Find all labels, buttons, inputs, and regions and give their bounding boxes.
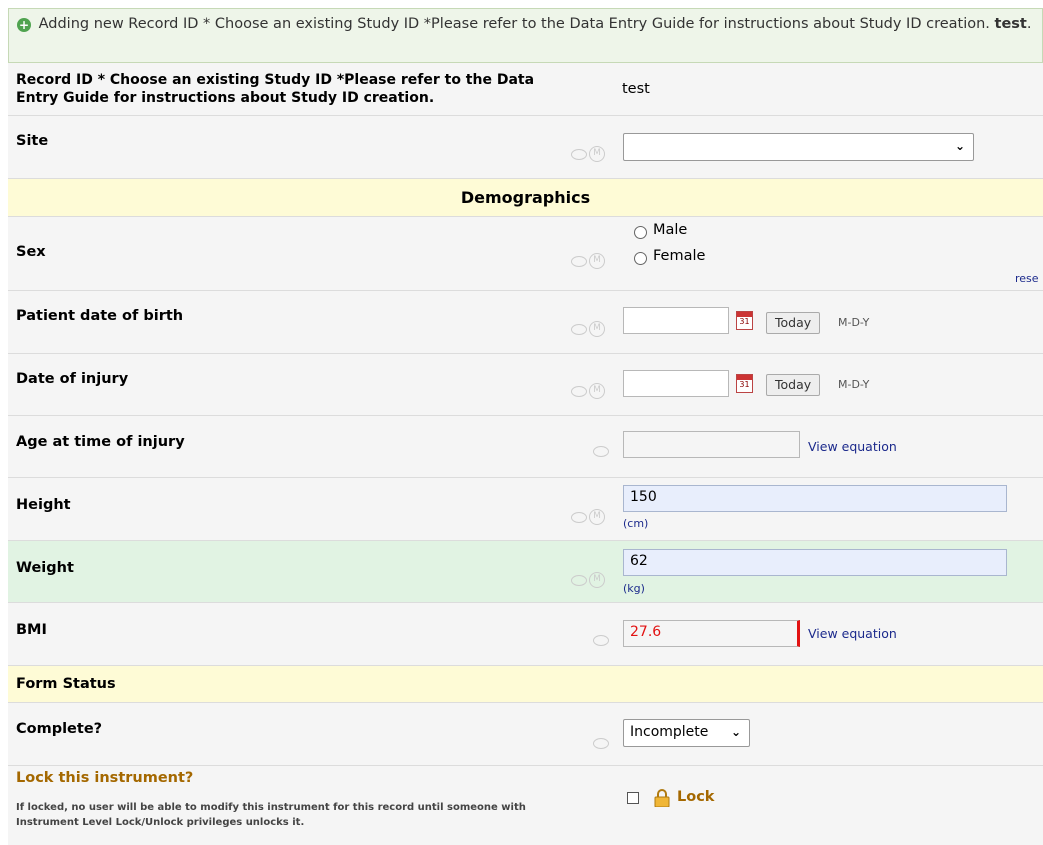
reset-link[interactable]: rese <box>1015 272 1039 285</box>
field-icons <box>593 446 609 457</box>
section-title: Form Status <box>16 676 116 692</box>
field-icons: M <box>571 321 605 337</box>
lock-row: Lock this instrument? If locked, no user… <box>8 766 1043 845</box>
radio-female-label: Female <box>653 248 706 264</box>
height-units: (cm) <box>623 517 649 530</box>
dob-input[interactable] <box>623 307 729 334</box>
dob-row: Patient date of birth M 31 Today M-D-Y <box>8 291 1043 354</box>
sex-label: Sex <box>16 244 46 260</box>
missing-data-icon[interactable]: M <box>589 146 605 162</box>
weight-row: Weight M 62 (kg) <box>8 541 1043 603</box>
weight-label: Weight <box>16 560 74 576</box>
bmi-label: BMI <box>16 622 47 638</box>
field-icons: M <box>571 146 605 162</box>
lock-label: Lock this instrument? <box>16 770 194 786</box>
lock-note: If locked, no user will be able to modif… <box>16 802 526 828</box>
record-id-value: test <box>622 81 650 97</box>
lock-checkbox-label: Lock <box>677 789 715 805</box>
comment-icon[interactable] <box>571 255 587 267</box>
banner-record: test <box>994 16 1027 32</box>
complete-label: Complete? <box>16 721 103 737</box>
comment-icon[interactable] <box>593 738 609 749</box>
complete-select[interactable]: Incomplete ⌄ <box>623 719 750 747</box>
height-label: Height <box>16 497 71 513</box>
comment-icon[interactable] <box>571 385 587 397</box>
today-button[interactable]: Today <box>766 374 821 396</box>
today-button[interactable]: Today <box>766 312 821 334</box>
radio-female[interactable] <box>634 252 647 265</box>
plus-circle-icon: + <box>17 18 31 32</box>
comment-icon[interactable] <box>593 635 609 646</box>
missing-data-icon[interactable]: M <box>589 509 605 525</box>
complete-select-value: Incomplete <box>630 724 709 740</box>
field-icons: M <box>571 253 605 269</box>
site-select[interactable]: ⌄ <box>623 133 974 161</box>
comment-icon[interactable] <box>571 148 587 160</box>
record-id-row: Record ID * Choose an existing Study ID … <box>8 63 1043 116</box>
missing-data-icon[interactable]: M <box>589 383 605 399</box>
age-row: Age at time of injury View equation <box>8 416 1043 478</box>
calendar-icon[interactable]: 31 <box>736 374 753 393</box>
field-icons <box>593 635 609 646</box>
lock-checkbox[interactable] <box>627 792 639 804</box>
record-banner: + Adding new Record ID * Choose an exist… <box>8 8 1043 63</box>
field-icons <box>593 738 609 749</box>
section-title: Demographics <box>460 188 591 207</box>
comment-icon[interactable] <box>593 446 609 457</box>
height-input[interactable]: 150 <box>623 485 1007 512</box>
field-icons: M <box>571 572 605 588</box>
demographics-header: Demographics <box>8 179 1043 217</box>
comment-icon[interactable] <box>571 511 587 523</box>
complete-row: Complete? Incomplete ⌄ <box>8 703 1043 766</box>
injury-date-label: Date of injury <box>16 371 129 387</box>
height-row: Height M 150 (cm) <box>8 478 1043 541</box>
weight-units: (kg) <box>623 582 645 595</box>
view-equation-link[interactable]: View equation <box>808 439 897 454</box>
padlock-icon <box>654 789 670 807</box>
date-format: M-D-Y <box>838 378 870 391</box>
record-id-label: Record ID * Choose an existing Study ID … <box>16 72 535 106</box>
sex-row: Sex M Male Female rese <box>8 217 1043 291</box>
missing-data-icon[interactable]: M <box>589 321 605 337</box>
field-icons: M <box>571 383 605 399</box>
banner-text: Adding new Record ID * Choose an existin… <box>38 16 990 32</box>
date-format: M-D-Y <box>838 316 870 329</box>
dob-label: Patient date of birth <box>16 308 184 324</box>
bmi-input: 27.6 <box>623 620 800 647</box>
radio-male[interactable] <box>634 226 647 239</box>
chevron-down-icon: ⌄ <box>730 725 741 739</box>
weight-input[interactable]: 62 <box>623 549 1007 576</box>
injury-date-input[interactable] <box>623 370 729 397</box>
field-icons: M <box>571 509 605 525</box>
age-input <box>623 431 800 458</box>
calendar-icon[interactable]: 31 <box>736 311 753 330</box>
site-row: Site M ⌄ <box>8 116 1043 179</box>
form-status-header: Form Status <box>8 666 1043 703</box>
missing-data-icon[interactable]: M <box>589 572 605 588</box>
missing-data-icon[interactable]: M <box>589 253 605 269</box>
injury-date-row: Date of injury M 31 Today M-D-Y <box>8 354 1043 416</box>
comment-icon[interactable] <box>571 323 587 335</box>
comment-icon[interactable] <box>571 574 587 586</box>
age-label: Age at time of injury <box>16 434 185 450</box>
chevron-down-icon: ⌄ <box>954 139 965 153</box>
view-equation-link[interactable]: View equation <box>808 626 897 641</box>
site-label: Site <box>16 133 49 149</box>
bmi-row: BMI 27.6 View equation <box>8 603 1043 666</box>
radio-male-label: Male <box>653 222 688 238</box>
